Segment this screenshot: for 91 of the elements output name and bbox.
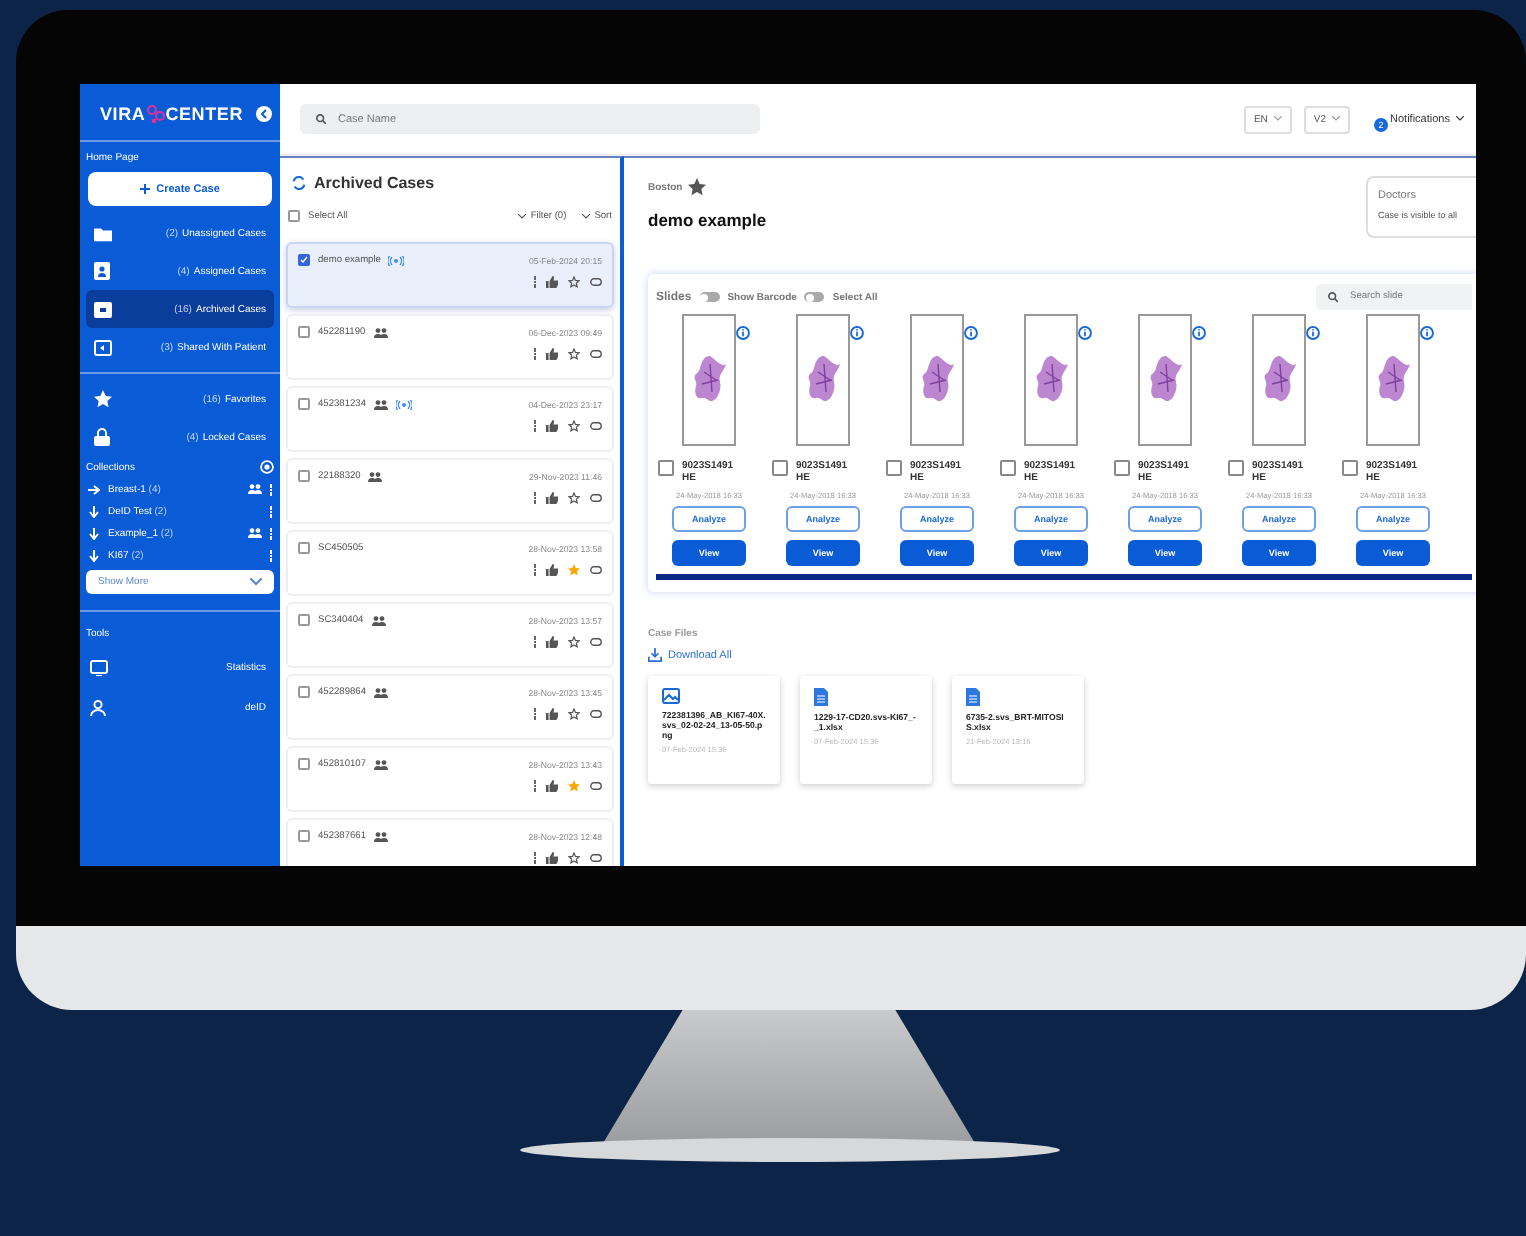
star-icon[interactable] [568,420,580,432]
search-icon [316,114,326,124]
thumbs-up-icon [546,348,558,360]
slide-thumbnail[interactable] [1252,314,1306,446]
image-icon [662,688,680,704]
shared-folder-icon [94,339,112,355]
info-icon [1078,326,1092,340]
chevron-down-icon [1273,116,1282,122]
add-circle-icon [260,460,274,474]
checkbox[interactable] [298,758,310,770]
slide-thumbnail[interactable] [796,314,850,446]
checkbox[interactable] [1342,460,1358,476]
thumbs-up-icon [546,492,558,504]
person-folder-icon [94,262,110,280]
checkbox[interactable] [298,542,310,554]
star-icon[interactable] [568,852,580,864]
tag-icon [590,494,602,502]
checkbox[interactable] [298,398,310,410]
star-icon[interactable] [568,276,580,288]
checkbox[interactable] [298,830,310,842]
star-icon [688,178,707,196]
thumbs-up-icon [546,852,558,864]
checkbox[interactable] [298,254,310,266]
info-icon [736,326,750,340]
chevron-down-icon [250,578,262,586]
slide-thumbnail[interactable] [1366,314,1420,446]
tag-icon [590,854,602,862]
info-icon [1192,326,1206,340]
logo-text: CENTER [165,104,244,124]
select-all-toggle[interactable] [804,292,825,302]
tag-icon [590,422,602,430]
barcode-toggle[interactable] [699,292,720,302]
sync-icon [292,176,306,190]
thumbs-up-icon [546,780,558,792]
search-icon [1328,292,1338,302]
tag-icon [590,566,602,574]
checkbox[interactable] [772,460,788,476]
info-icon [964,326,978,340]
collapse-icon [256,106,272,122]
thumbs-up-icon [546,708,558,720]
thumbs-up-icon [546,276,558,288]
info-icon [850,326,864,340]
checkbox[interactable] [1000,460,1016,476]
thumbs-up-icon [546,420,558,432]
checkbox[interactable] [298,686,310,698]
chevron-down-icon [1456,116,1464,122]
checkbox[interactable] [1228,460,1244,476]
thumbs-up-icon [546,636,558,648]
star-icon[interactable] [568,348,580,360]
checkbox[interactable] [886,460,902,476]
download-icon [648,648,662,662]
star-icon [94,390,112,408]
star-icon[interactable] [568,708,580,720]
chevron-down-icon [1332,116,1341,122]
tag-icon [590,710,602,718]
slide-thumbnail[interactable] [682,314,736,446]
chevron-down-icon [518,213,527,219]
folder-icon [94,225,112,241]
plus-icon [140,184,151,194]
select-all-checkbox[interactable] [288,210,300,222]
info-icon [1306,326,1320,340]
star-icon[interactable] [568,780,580,792]
document-icon [814,688,828,706]
slide-thumbnail[interactable] [1024,314,1078,446]
check-icon [300,256,308,264]
checkbox[interactable] [298,326,310,338]
document-icon [966,688,980,706]
monitor-icon [90,660,108,676]
star-icon[interactable] [568,564,580,576]
logo-text: VIRA [100,104,146,124]
thumbs-up-icon [546,564,558,576]
checkbox[interactable] [298,470,310,482]
checkbox[interactable] [658,460,674,476]
slide-thumbnail[interactable] [1138,314,1192,446]
user-icon [90,700,108,716]
archive-box-icon [94,301,112,317]
tag-icon [590,782,602,790]
tag-icon [590,350,602,358]
tag-icon [590,278,602,286]
case-title: demo example [648,210,767,230]
list-title: Archived Cases [314,174,435,192]
checkbox[interactable] [298,614,310,626]
lock-icon [94,428,110,446]
star-icon[interactable] [568,636,580,648]
chevron-down-icon [582,213,591,219]
star-icon[interactable] [568,492,580,504]
molecule-icon [145,104,166,124]
slide-thumbnail[interactable] [910,314,964,446]
tag-icon [590,638,602,646]
info-icon [1420,326,1434,340]
checkbox[interactable] [1114,460,1130,476]
